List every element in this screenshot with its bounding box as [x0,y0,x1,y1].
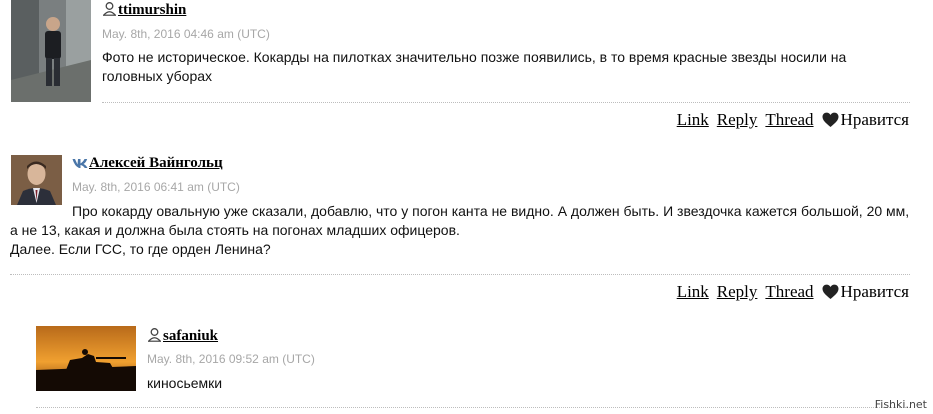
comment-text: Фото не историческое. Кокарды на пилотка… [102,49,847,84]
avatar[interactable] [11,155,62,205]
like-button[interactable]: Нравится [822,110,909,129]
comment-date: May. 8th, 2016 06:41 am (UTC) [72,180,240,194]
avatar-photo [11,155,62,205]
link-link[interactable]: Link [677,110,709,129]
avatar-photo [11,0,91,102]
reply-link[interactable]: Reply [717,110,758,129]
username-text: Алексей Вайнгольц [89,155,223,171]
thread-link[interactable]: Thread [765,282,813,301]
comment-text: Про кокарду овальную уже сказали, добавл… [10,203,910,238]
avatar-photo [36,326,136,391]
comment-text: Далее. Если ГСС, то где орден Ленина? [10,241,271,257]
separator [36,407,910,408]
thread-link[interactable]: Thread [765,110,813,129]
comment-body: киносьемки [147,374,847,393]
comment-date: May. 8th, 2016 04:46 am (UTC) [102,27,270,41]
like-label: Нравится [840,110,909,129]
watermark: Fishki.net [874,398,927,411]
reply-link[interactable]: Reply [717,282,758,301]
comment-actions: Link Reply Thread Нравится [669,110,909,130]
vk-icon [72,156,88,174]
comment-actions: Link Reply Thread Нравится [669,282,909,302]
link-link[interactable]: Link [677,282,709,301]
comment-text: киносьемки [147,375,223,391]
username-link[interactable]: ttimurshin [102,1,186,21]
username-text: safaniuk [163,328,219,344]
username-link[interactable]: Алексей Вайнгольц [72,155,223,174]
comment-body: Про кокарду овальную уже сказали, добавл… [10,202,915,259]
username-text: ttimurshin [118,2,187,18]
heart-icon [822,112,839,127]
comment-date: May. 8th, 2016 09:52 am (UTC) [147,352,315,366]
like-label: Нравится [840,282,909,301]
separator [102,102,910,103]
heart-icon [822,284,839,299]
user-icon [102,1,117,21]
user-icon [147,327,162,347]
comment-body: Фото не историческое. Кокарды на пилотка… [102,48,892,86]
like-button[interactable]: Нравится [822,282,909,301]
username-link[interactable]: safaniuk [147,327,218,347]
avatar[interactable] [11,0,91,102]
avatar[interactable] [36,326,136,391]
separator [10,274,910,275]
